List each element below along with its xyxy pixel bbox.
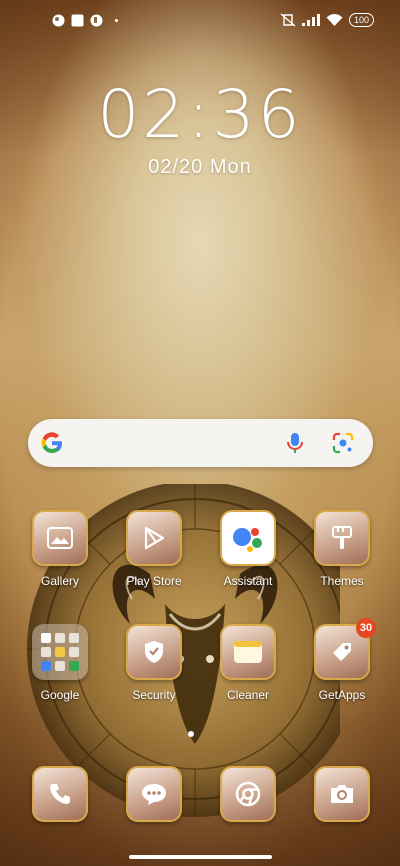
app-getapps[interactable]: 30 GetApps <box>302 618 382 702</box>
assistant-icon <box>220 510 276 566</box>
app-security[interactable]: Security <box>114 624 194 702</box>
messages-icon <box>126 766 182 822</box>
app-cleaner[interactable]: Cleaner <box>208 624 288 702</box>
status-bar: 100 <box>0 0 400 42</box>
square-icon <box>71 14 84 27</box>
google-search-bar[interactable] <box>28 419 373 467</box>
circle-app-icon <box>52 14 65 27</box>
gallery-icon <box>32 510 88 566</box>
status-notifications <box>52 14 118 27</box>
app-assistant[interactable]: Assistant <box>208 510 288 588</box>
app-label: Gallery <box>40 574 79 588</box>
app-gallery[interactable]: Gallery <box>20 510 100 588</box>
app-label: Assistant <box>223 574 273 588</box>
dock-phone[interactable] <box>20 766 100 822</box>
getapps-icon: 30 <box>314 618 376 680</box>
signal-icon <box>301 14 320 26</box>
folder-google[interactable]: Google <box>20 624 100 702</box>
lockscreen-clock: 02:36 <box>97 76 303 153</box>
wifi-icon <box>326 13 343 26</box>
phone-icon <box>32 766 88 822</box>
dock-chrome[interactable] <box>208 766 288 822</box>
home-indicator[interactable] <box>129 855 272 859</box>
battery-indicator: 100 <box>348 13 374 27</box>
dock-messages[interactable] <box>114 766 194 822</box>
chrome-icon <box>220 766 276 822</box>
circle-app-icon <box>90 14 103 27</box>
app-themes[interactable]: Themes <box>302 510 382 588</box>
lens-icon[interactable] <box>331 431 355 455</box>
camera-icon <box>314 766 370 822</box>
app-label: Themes <box>320 574 364 588</box>
cleaner-icon <box>220 624 276 680</box>
app-label: Google <box>40 688 80 702</box>
page-indicator <box>188 731 194 737</box>
vibrate-mute-icon <box>280 13 296 27</box>
folder-icon <box>32 624 88 680</box>
app-label: Play Store <box>126 574 182 588</box>
app-label: Security <box>132 688 176 702</box>
shield-icon <box>126 624 182 680</box>
mic-icon[interactable] <box>284 431 306 455</box>
more-notifications-dot <box>115 19 118 22</box>
app-label: Cleaner <box>226 688 270 702</box>
dock-camera[interactable] <box>302 766 382 822</box>
brush-icon <box>314 510 370 566</box>
play-store-icon <box>126 510 182 566</box>
notification-badge: 30 <box>356 618 376 638</box>
app-label: GetApps <box>318 688 366 702</box>
app-play-store[interactable]: Play Store <box>114 510 194 588</box>
lockscreen-date: 02/20 Mon <box>148 156 252 178</box>
google-logo-icon <box>41 432 62 454</box>
status-system: 100 <box>280 13 374 27</box>
